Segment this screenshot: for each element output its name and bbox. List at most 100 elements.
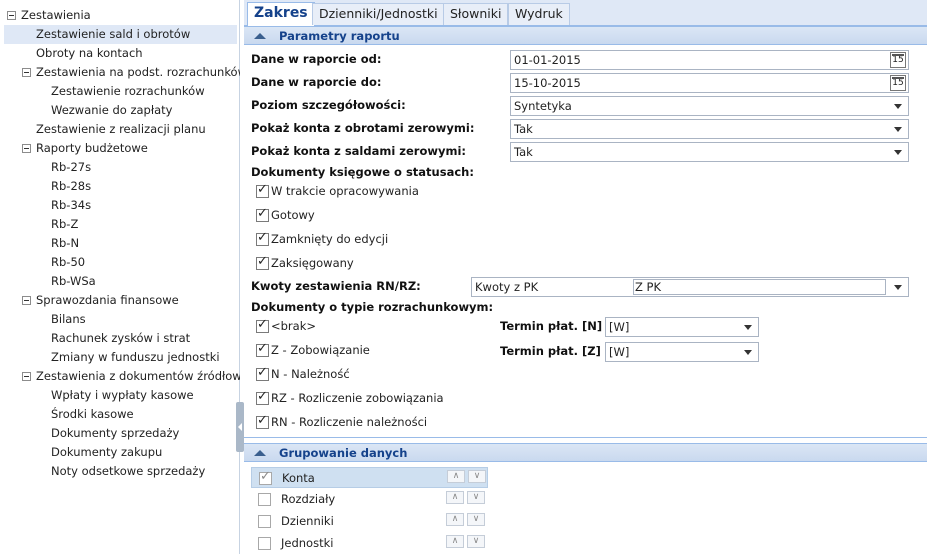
tree-node-label: Rb-34s: [51, 198, 92, 212]
tree-item-zmiany-funduszu[interactable]: Zmiany w funduszu jednostki: [0, 348, 220, 367]
calendar-icon[interactable]: 15: [890, 52, 906, 68]
term-z-label: Termin płat. [Z]: [500, 344, 601, 358]
term-z-select[interactable]: [W]: [605, 342, 759, 362]
tree-item-obroty[interactable]: Obroty na kontach: [0, 44, 143, 63]
move-down-icon[interactable]: ∨: [467, 513, 485, 526]
tree-item-zestawienie-sald[interactable]: Zestawienie sald i obrotów: [4, 25, 237, 44]
collapse-arrow-icon[interactable]: [254, 33, 266, 39]
settlement-checkbox[interactable]: [256, 317, 269, 333]
detail-level-select[interactable]: Syntetyka: [510, 96, 909, 116]
grouping-row-jednostki[interactable]: Jednostki ∧ ∨: [251, 533, 488, 554]
settlement-checkbox[interactable]: [256, 341, 269, 357]
tree-item-wezwanie[interactable]: Wezwanie do zapłaty: [0, 101, 172, 120]
tree-node-label: Zestawienie sald i obrotów: [36, 27, 191, 41]
tab-dzienniki-jednostki[interactable]: Dzienniki/Jednostki: [312, 3, 445, 25]
chevron-down-icon[interactable]: [894, 285, 902, 290]
tree-item-rb-27s[interactable]: Rb-27s: [0, 158, 91, 177]
tree-node-label: Zmiany w funduszu jednostki: [51, 350, 220, 364]
tree-node-label: Rb-50: [51, 255, 86, 269]
panel-collapse-handle[interactable]: [236, 402, 244, 452]
tree-item-dokumenty-zakupu[interactable]: Dokumenty zakupu: [0, 443, 162, 462]
zero-turnover-select[interactable]: Tak: [510, 119, 909, 139]
status-checkbox[interactable]: [256, 254, 269, 270]
tree-item-rb-wsa[interactable]: Rb-WSa: [0, 272, 96, 291]
grouping-label: Rozdziały: [281, 492, 336, 506]
tree-item-wplaty-wyplaty[interactable]: Wpłaty i wypłaty kasowe: [0, 386, 194, 405]
move-down-icon[interactable]: ∨: [468, 470, 486, 483]
rn-rz-select[interactable]: Kwoty z PK Z PK: [471, 277, 909, 297]
settlement-label: N - Należność: [271, 367, 350, 381]
move-up-icon[interactable]: ∧: [446, 491, 464, 504]
grouping-row-rozdzialy[interactable]: Rozdziały ∧ ∨: [251, 489, 488, 510]
grouping-row-konta[interactable]: Konta ∧ ∨: [251, 467, 488, 488]
settlement-checkbox[interactable]: [256, 365, 269, 381]
collapse-icon[interactable]: [22, 372, 31, 381]
chevron-down-icon[interactable]: [894, 127, 902, 132]
grouping-row-dzienniki[interactable]: Dzienniki ∧ ∨: [251, 511, 488, 532]
tree-item-srodki-kasowe[interactable]: Środki kasowe: [0, 405, 134, 424]
tree-node-label: Bilans: [51, 312, 86, 326]
move-up-icon[interactable]: ∧: [447, 470, 465, 483]
move-down-icon[interactable]: ∨: [467, 491, 485, 504]
tree-item-realizacja-planu[interactable]: Zestawienie z realizacji planu: [0, 120, 206, 139]
tree-node-label: Zestawienia: [21, 8, 91, 22]
calendar-icon[interactable]: 15: [890, 75, 906, 91]
tab-slowniki[interactable]: Słowniki: [443, 3, 509, 25]
collapse-icon[interactable]: [22, 296, 31, 305]
collapse-icon[interactable]: [22, 68, 31, 77]
tree-node-label: Rb-Z: [51, 217, 79, 231]
status-label: W trakcie opracowywania: [271, 184, 419, 198]
status-checkbox[interactable]: [256, 182, 269, 198]
term-n-label: Termin płat. [N]: [500, 319, 603, 333]
date-from-field[interactable]: 01-01-2015 15: [510, 50, 909, 70]
tree-node-label: Noty odsetkowe sprzedaży: [51, 464, 206, 478]
settlement-checkbox[interactable]: [256, 389, 269, 405]
tab-zakres[interactable]: Zakres: [247, 2, 315, 26]
settlement-checkbox[interactable]: [256, 413, 269, 429]
tree-item-rb-n[interactable]: Rb-N: [0, 234, 79, 253]
status-checkbox[interactable]: [256, 206, 269, 222]
move-down-icon[interactable]: ∨: [467, 535, 485, 548]
tree-item-rb-50[interactable]: Rb-50: [0, 253, 85, 272]
tree-item-rb-28s[interactable]: Rb-28s: [0, 177, 91, 196]
chevron-down-icon[interactable]: [744, 350, 752, 355]
tab-wydruk[interactable]: Wydruk: [508, 3, 570, 25]
tree-node-rozrachunki[interactable]: Zestawienia na podst. rozrachunków: [0, 63, 240, 82]
tree-node-label: Sprawozdania finansowe: [36, 293, 179, 307]
grouping-checkbox[interactable]: [258, 515, 271, 528]
collapse-icon[interactable]: [7, 11, 16, 20]
collapse-icon[interactable]: [22, 144, 31, 153]
grouping-panel-header[interactable]: Grupowanie danych: [244, 443, 927, 462]
tree-node-dokumenty-zrodlowe[interactable]: Zestawienia z dokumentów źródłowych: [0, 367, 240, 386]
move-up-icon[interactable]: ∧: [446, 535, 464, 548]
collapse-arrow-icon[interactable]: [254, 450, 266, 456]
tree-node-label: Wpłaty i wypłaty kasowe: [51, 388, 194, 402]
params-panel-header[interactable]: Parametry raportu: [244, 26, 927, 45]
chevron-down-icon[interactable]: [894, 104, 902, 109]
chevron-down-icon[interactable]: [744, 325, 752, 330]
move-up-icon[interactable]: ∧: [446, 513, 464, 526]
grouping-checkbox[interactable]: [258, 493, 271, 506]
tree-item-rachunek-zyskow[interactable]: Rachunek zysków i strat: [0, 329, 190, 348]
term-n-select[interactable]: [W]: [605, 317, 759, 337]
chevron-down-icon[interactable]: [894, 150, 902, 155]
tree-item-bilans[interactable]: Bilans: [0, 310, 86, 329]
grouping-checkbox[interactable]: [258, 537, 271, 550]
grouping-checkbox[interactable]: [259, 469, 272, 485]
tree-item-rb-z[interactable]: Rb-Z: [0, 215, 78, 234]
tree-node-raporty-budzetowe[interactable]: Raporty budżetowe: [0, 139, 148, 158]
tree-item-noty-odsetkowe[interactable]: Noty odsetkowe sprzedaży: [0, 462, 205, 481]
settlement-label: RZ - Rozliczenie zobowiązania: [271, 391, 444, 405]
tree-node-label: Zestawienie rozrachunków: [51, 84, 205, 98]
zero-balance-select[interactable]: Tak: [510, 142, 909, 162]
tree-item-rb-34s[interactable]: Rb-34s: [0, 196, 91, 215]
tree-item-zestawienie-rozrachunkow[interactable]: Zestawienie rozrachunków: [0, 82, 205, 101]
term-n-value: [W]: [609, 320, 630, 334]
tree-node-zestawienia[interactable]: Zestawienia: [0, 6, 240, 25]
date-to-field[interactable]: 15-10-2015 15: [510, 73, 909, 93]
params-panel-title: Parametry raportu: [279, 29, 400, 43]
tree-node-label: Rb-27s: [51, 160, 92, 174]
tree-node-sprawozdania[interactable]: Sprawozdania finansowe: [0, 291, 179, 310]
tree-item-dokumenty-sprzedazy[interactable]: Dokumenty sprzedaży: [0, 424, 179, 443]
status-checkbox[interactable]: [256, 230, 269, 246]
